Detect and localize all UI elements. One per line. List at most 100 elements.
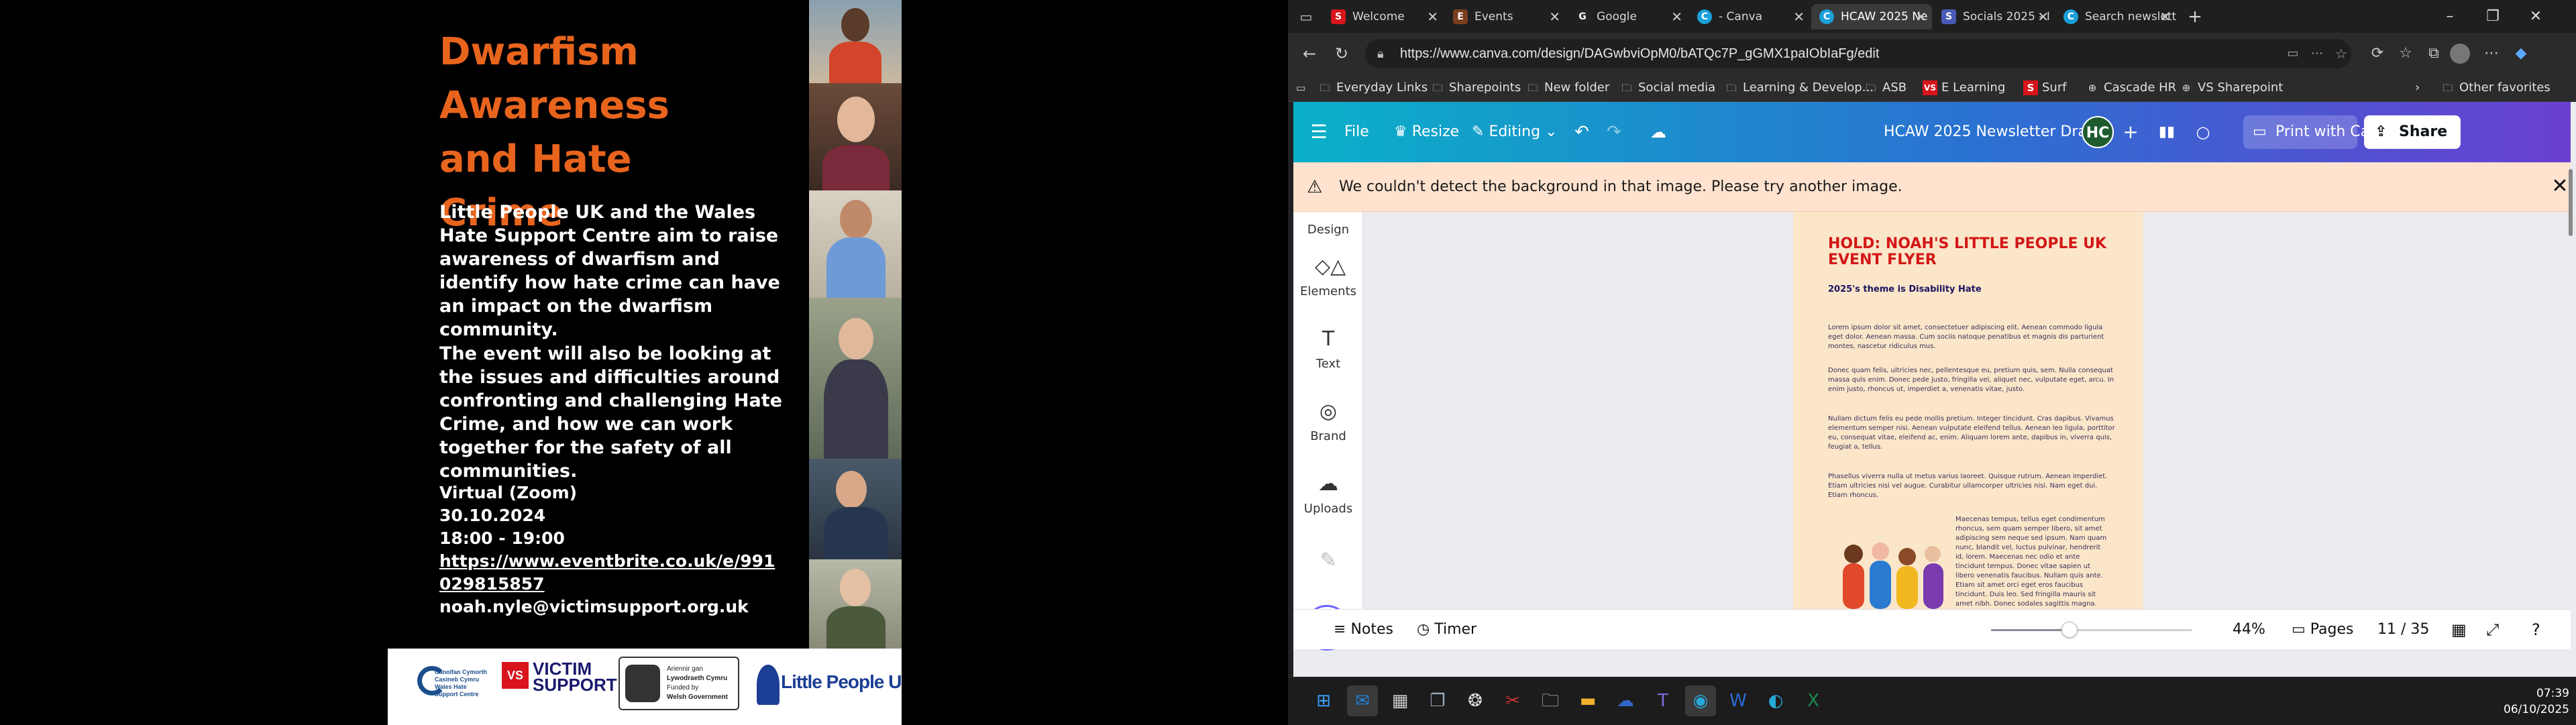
settings-menu-icon[interactable]: ⋯ bbox=[2479, 42, 2504, 66]
resize-button[interactable]: ♛ Resize bbox=[1387, 117, 1466, 147]
file-menu-button[interactable]: File bbox=[1338, 117, 1376, 147]
bookmark-everyday-links[interactable]: 🗀︎ Everyday Links bbox=[1318, 79, 1428, 97]
tab-google[interactable]: G Google ✕ bbox=[1567, 4, 1688, 30]
zoom-percentage[interactable]: 44% bbox=[2233, 610, 2265, 650]
sidebar-item-brand[interactable]: ◎ Brand bbox=[1293, 398, 1363, 465]
newsletter-page[interactable]: HOLD: NOAH'S LITTLE PEOPLE UK EVENT FLYE… bbox=[1793, 212, 2143, 609]
more-page-icon[interactable]: ⋯ bbox=[2305, 42, 2329, 66]
edge-browser-icon[interactable]: ◉ bbox=[1685, 685, 1716, 716]
tab-welcome[interactable]: S Welcome ✕ bbox=[1323, 4, 1444, 30]
main-menu-hamburger-icon[interactable]: ☰ bbox=[1305, 117, 1332, 147]
page-heading[interactable]: HOLD: NOAH'S LITTLE PEOPLE UK EVENT FLYE… bbox=[1828, 236, 2110, 268]
favorite-star-icon[interactable]: ☆ bbox=[2329, 42, 2353, 66]
pages-button[interactable]: ▭ Pages bbox=[2292, 610, 2354, 650]
timer-button[interactable]: ◷ Timer bbox=[1417, 610, 1477, 650]
redo-icon[interactable]: ↷ bbox=[1601, 117, 1627, 147]
task-view-icon[interactable]: ❐ bbox=[1422, 685, 1453, 716]
system-clock[interactable]: 07:39 06/10/2025 bbox=[2496, 685, 2569, 718]
favorites-icon[interactable]: ☆ bbox=[2394, 42, 2418, 66]
tab-hcaw-newsletter[interactable]: C HCAW 2025 Ne ✕ bbox=[1811, 4, 1932, 30]
bookmark-vs-sharepoint[interactable]: ⊕ VS Sharepoint bbox=[2179, 79, 2284, 97]
invite-plus-icon[interactable]: + bbox=[2117, 117, 2144, 147]
vertical-scrollbar[interactable] bbox=[2569, 169, 2573, 236]
lorem-paragraph[interactable]: Lorem ipsum dolor sit amet, consectetuer… bbox=[1828, 323, 2116, 351]
tab-search-newsletter[interactable]: C Search newslett ✕ bbox=[2055, 4, 2176, 30]
bookmark-asb[interactable]: 🗀︎ ASB bbox=[1864, 79, 1907, 97]
fullscreen-icon[interactable]: ⤢ bbox=[2486, 610, 2499, 650]
edge-icon[interactable]: ◐ bbox=[1760, 685, 1791, 716]
lorem-paragraph[interactable]: Donec quam felis, ultricies nec, pellent… bbox=[1828, 366, 2116, 394]
lorem-paragraph[interactable]: Nullam dictum felis eu pede mollis preti… bbox=[1828, 414, 2116, 452]
share-button[interactable]: ⇪ Share bbox=[2364, 115, 2461, 149]
sidebar-item-uploads[interactable]: ☁ Uploads bbox=[1293, 471, 1363, 538]
snipping-icon[interactable]: ✂ bbox=[1497, 685, 1528, 716]
lorem-paragraph[interactable]: Phasellus viverra nulla ut metus varius … bbox=[1828, 472, 2116, 500]
sidebar-item-elements[interactable]: ◇△ Elements bbox=[1293, 254, 1363, 321]
page-count[interactable]: 11 / 35 bbox=[2377, 610, 2429, 650]
bookmark-sharepoints[interactable]: 🗀︎ Sharepoints bbox=[1430, 79, 1521, 97]
teams-icon[interactable]: T bbox=[1648, 685, 1678, 716]
folder-taskbar-icon[interactable]: 🗀︎ bbox=[1535, 685, 1566, 716]
tab-socials[interactable]: S Socials 2025 - I ✕ bbox=[1933, 4, 2054, 30]
bookmark-social-media[interactable]: 🗀︎ Social media bbox=[1619, 79, 1715, 97]
start-windows-icon[interactable]: ⊞ bbox=[1308, 685, 1339, 716]
word-icon[interactable]: W bbox=[1723, 685, 1754, 716]
document-title[interactable]: HCAW 2025 Newsletter Draft bbox=[1884, 117, 2098, 147]
close-tab-icon[interactable]: ✕ bbox=[1671, 4, 1682, 30]
new-tab-button[interactable]: + bbox=[2180, 4, 2210, 30]
profile-icon[interactable] bbox=[2450, 44, 2470, 64]
people-illustration[interactable] bbox=[1833, 534, 1947, 609]
extensions-icon[interactable]: ⟳ bbox=[2365, 42, 2390, 66]
close-tab-icon[interactable]: ✕ bbox=[1549, 4, 1560, 30]
excel-icon[interactable]: X bbox=[1798, 685, 1829, 716]
copilot-taskbar-icon[interactable]: ❂ bbox=[1460, 685, 1491, 716]
close-tab-icon[interactable]: ✕ bbox=[1915, 4, 1927, 30]
notes-button[interactable]: ≡ Notes bbox=[1334, 610, 1393, 650]
print-with-canva-button[interactable]: ▭ Print with Canva bbox=[2243, 115, 2397, 149]
page-theme-line[interactable]: 2025's theme is Disability Hate bbox=[1828, 284, 1982, 294]
comments-icon[interactable]: ○ bbox=[2190, 117, 2216, 147]
tab-hcaw-label: HCAW 2025 Ne bbox=[1841, 10, 1928, 23]
cloud-saved-icon[interactable]: ☁ bbox=[1645, 117, 1672, 147]
file-explorer-icon[interactable]: ▬ bbox=[1572, 685, 1603, 716]
insights-chart-icon[interactable]: ▮▮ bbox=[2153, 117, 2180, 147]
cloud-app-icon[interactable]: ☁ bbox=[1610, 685, 1641, 716]
collections-icon[interactable]: ⧉ bbox=[2422, 42, 2446, 66]
close-tab-icon[interactable]: ✕ bbox=[2159, 4, 2171, 30]
close-tab-icon[interactable]: ✕ bbox=[1427, 4, 1438, 30]
sidebar-item-design[interactable]: Design bbox=[1293, 219, 1363, 245]
bookmarks-overflow-chevron-icon[interactable]: › bbox=[2415, 79, 2420, 97]
back-button[interactable]: ← bbox=[1297, 42, 1322, 66]
outlook-icon[interactable]: ✉ bbox=[1347, 685, 1378, 716]
undo-icon[interactable]: ↶ bbox=[1568, 117, 1595, 147]
app-available-icon[interactable]: ▭ bbox=[2281, 42, 2305, 66]
sidebar-item-text[interactable]: T Text bbox=[1293, 326, 1363, 393]
help-icon[interactable]: ? bbox=[2532, 610, 2540, 650]
editing-mode-button[interactable]: ✎ Editing ⌄ bbox=[1465, 117, 1564, 147]
close-window-button[interactable]: ✕ bbox=[2514, 0, 2557, 34]
close-tab-icon[interactable]: ✕ bbox=[1793, 4, 1805, 30]
sidebar-item-more[interactable]: ✎ bbox=[1293, 547, 1363, 574]
bookmark-e-learning[interactable]: VS E Learning bbox=[1923, 79, 2005, 97]
bookmark-cascade-hr[interactable]: ⊕ Cascade HR bbox=[2085, 79, 2176, 97]
zoom-slider-handle[interactable] bbox=[2061, 622, 2078, 638]
tab-actions-button[interactable]: ▭ bbox=[1291, 4, 1323, 30]
close-tab-icon[interactable]: ✕ bbox=[2037, 4, 2049, 30]
tab-canva[interactable]: C - Canva ✕ bbox=[1689, 4, 1810, 30]
user-avatar[interactable]: HC bbox=[2082, 116, 2114, 148]
refresh-button[interactable]: ↻ bbox=[1330, 42, 1354, 66]
restore-button[interactable]: ❐ bbox=[2471, 0, 2514, 34]
bookmark-new-folder[interactable]: 🗀︎ New folder bbox=[1525, 79, 1609, 97]
bookmark-apps-button[interactable]: ▭ bbox=[1293, 79, 1312, 97]
tab-events[interactable]: E Events ✕ bbox=[1445, 4, 1566, 30]
zoom-slider[interactable] bbox=[1991, 622, 2192, 638]
grid-view-icon[interactable]: ▦ bbox=[2451, 610, 2467, 650]
lorem-paragraph[interactable]: Maecenas tempus, tellus eget condimentum… bbox=[1955, 515, 2107, 609]
minimize-button[interactable]: – bbox=[2428, 0, 2471, 34]
store-icon[interactable]: ▦ bbox=[1385, 685, 1415, 716]
bookmark-learning[interactable]: 🗀︎ Learning & Develop... bbox=[1724, 79, 1873, 97]
url-field[interactable]: 🔒︎ https://www.canva.com/design/DAGwbviO… bbox=[1365, 39, 2351, 68]
bookmark-other-favorites[interactable]: 🗀︎ Other favorites bbox=[2440, 79, 2550, 97]
copilot-icon[interactable]: ◆ bbox=[2509, 42, 2533, 66]
bookmark-surf[interactable]: S Surf bbox=[2023, 79, 2067, 97]
